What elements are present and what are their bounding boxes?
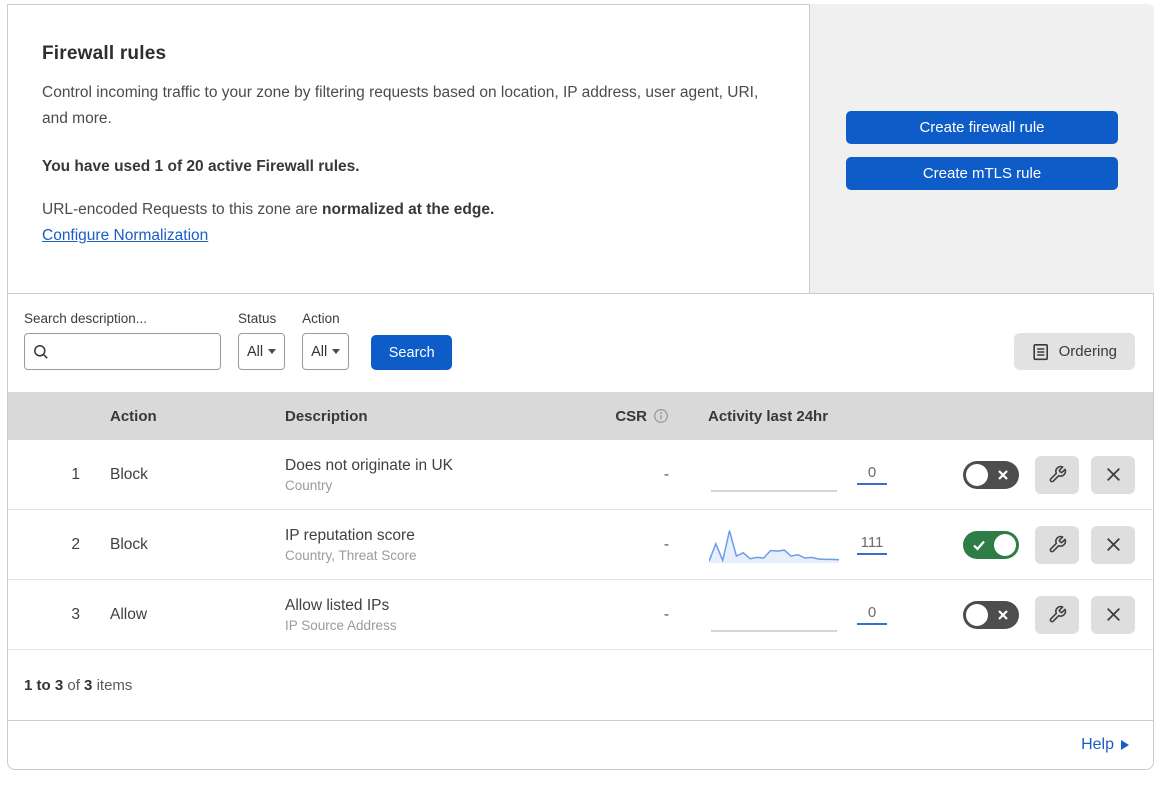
- delete-rule-button[interactable]: [1091, 455, 1135, 494]
- rule-enabled-toggle[interactable]: [963, 530, 1019, 559]
- rule-csr-value: -: [663, 465, 669, 483]
- pagination-items: items: [96, 677, 133, 694]
- normalization-note: URL-encoded Requests to this zone are no…: [42, 201, 775, 219]
- delete-rule-button[interactable]: [1091, 525, 1135, 564]
- description-column-header: Description: [285, 407, 368, 425]
- table-row: 3 Allow Allow listed IPs IP Source Addre…: [8, 580, 1153, 650]
- activity-count-link[interactable]: 0: [857, 604, 887, 625]
- rule-action-value: Block: [110, 535, 148, 553]
- action-dropdown-value: All: [311, 343, 328, 360]
- search-input-wrapper[interactable]: [24, 333, 221, 370]
- status-label: Status: [238, 311, 277, 326]
- action-column-header: Action: [110, 407, 157, 425]
- search-button[interactable]: Search: [371, 335, 453, 370]
- normalization-bold: normalized at the edge.: [322, 201, 495, 218]
- rule-description: IP reputation score: [285, 526, 415, 544]
- wrench-icon: [1049, 535, 1066, 553]
- chevron-down-icon: [332, 349, 341, 354]
- page-description: Control incoming traffic to your zone by…: [42, 84, 759, 127]
- activity-sparkline: [709, 456, 839, 494]
- rule-description: Allow listed IPs: [285, 596, 390, 614]
- rule-priority: 1: [71, 465, 80, 483]
- ordering-button-label: Ordering: [1058, 343, 1117, 360]
- rule-enabled-toggle[interactable]: [963, 600, 1019, 629]
- toggle-knob: [994, 533, 1016, 556]
- cross-icon: [998, 609, 1008, 620]
- create-mtls-rule-button[interactable]: Create mTLS rule: [846, 157, 1118, 190]
- pagination-summary: 1 to 3 of 3 items: [8, 650, 1153, 721]
- rule-priority: 3: [71, 605, 80, 623]
- rule-priority: 2: [71, 535, 80, 553]
- edit-rule-button[interactable]: [1035, 525, 1079, 564]
- filter-bar: Search description... Status All Action …: [8, 294, 1153, 392]
- list-document-icon: [1033, 343, 1048, 360]
- usage-summary: You have used 1 of 20 active Firewall ru…: [42, 158, 360, 175]
- search-label: Search description...: [24, 311, 148, 326]
- activity-sparkline: [709, 526, 839, 564]
- rule-enabled-toggle[interactable]: [963, 460, 1019, 489]
- close-icon: [1106, 538, 1120, 551]
- search-input[interactable]: [55, 343, 212, 360]
- close-icon: [1106, 608, 1120, 621]
- activity-column-header: Activity last 24hr: [708, 407, 829, 425]
- normalization-prefix: URL-encoded Requests to this zone are: [42, 201, 323, 218]
- rules-list-section: Search description... Status All Action …: [7, 293, 1154, 770]
- rule-action-value: Allow: [110, 605, 148, 623]
- table-row: 1 Block Does not originate in UK Country…: [8, 440, 1153, 510]
- toggle-knob: [966, 463, 988, 486]
- action-label: Action: [302, 311, 340, 326]
- status-dropdown[interactable]: All: [238, 333, 286, 370]
- rule-csr-value: -: [663, 535, 669, 553]
- rule-fields: Country: [285, 477, 333, 493]
- help-link[interactable]: Help: [1081, 736, 1129, 754]
- toggle-knob: [966, 603, 988, 626]
- cta-panel: Create firewall rule Create mTLS rule: [810, 4, 1154, 293]
- wrench-icon: [1049, 605, 1066, 623]
- activity-count-link[interactable]: 0: [857, 464, 887, 485]
- activity-count-link[interactable]: 111: [857, 534, 887, 555]
- edit-rule-button[interactable]: [1035, 455, 1079, 494]
- wrench-icon: [1049, 465, 1066, 483]
- pagination-range: 1 to 3: [24, 677, 64, 694]
- rule-fields: IP Source Address: [285, 617, 397, 633]
- action-dropdown[interactable]: All: [302, 333, 350, 370]
- help-link-label: Help: [1081, 736, 1114, 753]
- ordering-button[interactable]: Ordering: [1013, 333, 1135, 370]
- edit-rule-button[interactable]: [1035, 595, 1079, 634]
- activity-sparkline: [709, 596, 839, 634]
- rule-csr-value: -: [663, 605, 669, 623]
- rules-table-body: 1 Block Does not originate in UK Country…: [8, 440, 1153, 650]
- firewall-rules-page: Firewall rules Control incoming traffic …: [7, 4, 1154, 770]
- cross-icon: [998, 469, 1008, 480]
- rule-action-value: Block: [110, 465, 148, 483]
- pagination-of: of: [67, 677, 80, 694]
- rule-description: Does not originate in UK: [285, 456, 454, 474]
- configure-normalization-link[interactable]: Configure Normalization: [42, 227, 208, 245]
- table-header-row: Action Description CSR Activity last 24h…: [8, 392, 1153, 440]
- search-icon: [34, 344, 48, 359]
- csr-column-header: CSR: [615, 407, 647, 425]
- close-icon: [1106, 468, 1120, 481]
- help-row: Help: [8, 721, 1153, 769]
- page-title: Firewall rules: [42, 43, 167, 64]
- table-row: 2 Block IP reputation score Country, Thr…: [8, 510, 1153, 580]
- header-card: Firewall rules Control incoming traffic …: [7, 4, 810, 293]
- create-firewall-rule-button[interactable]: Create firewall rule: [846, 111, 1118, 144]
- rule-fields: Country, Threat Score: [285, 547, 417, 563]
- status-dropdown-value: All: [247, 343, 264, 360]
- chevron-down-icon: [268, 349, 277, 354]
- pagination-total: 3: [84, 677, 93, 694]
- delete-rule-button[interactable]: [1091, 595, 1135, 634]
- header-section: Firewall rules Control incoming traffic …: [7, 4, 1154, 293]
- arrow-right-icon: [1121, 740, 1129, 750]
- info-icon[interactable]: [653, 408, 669, 424]
- check-icon: [973, 540, 985, 551]
